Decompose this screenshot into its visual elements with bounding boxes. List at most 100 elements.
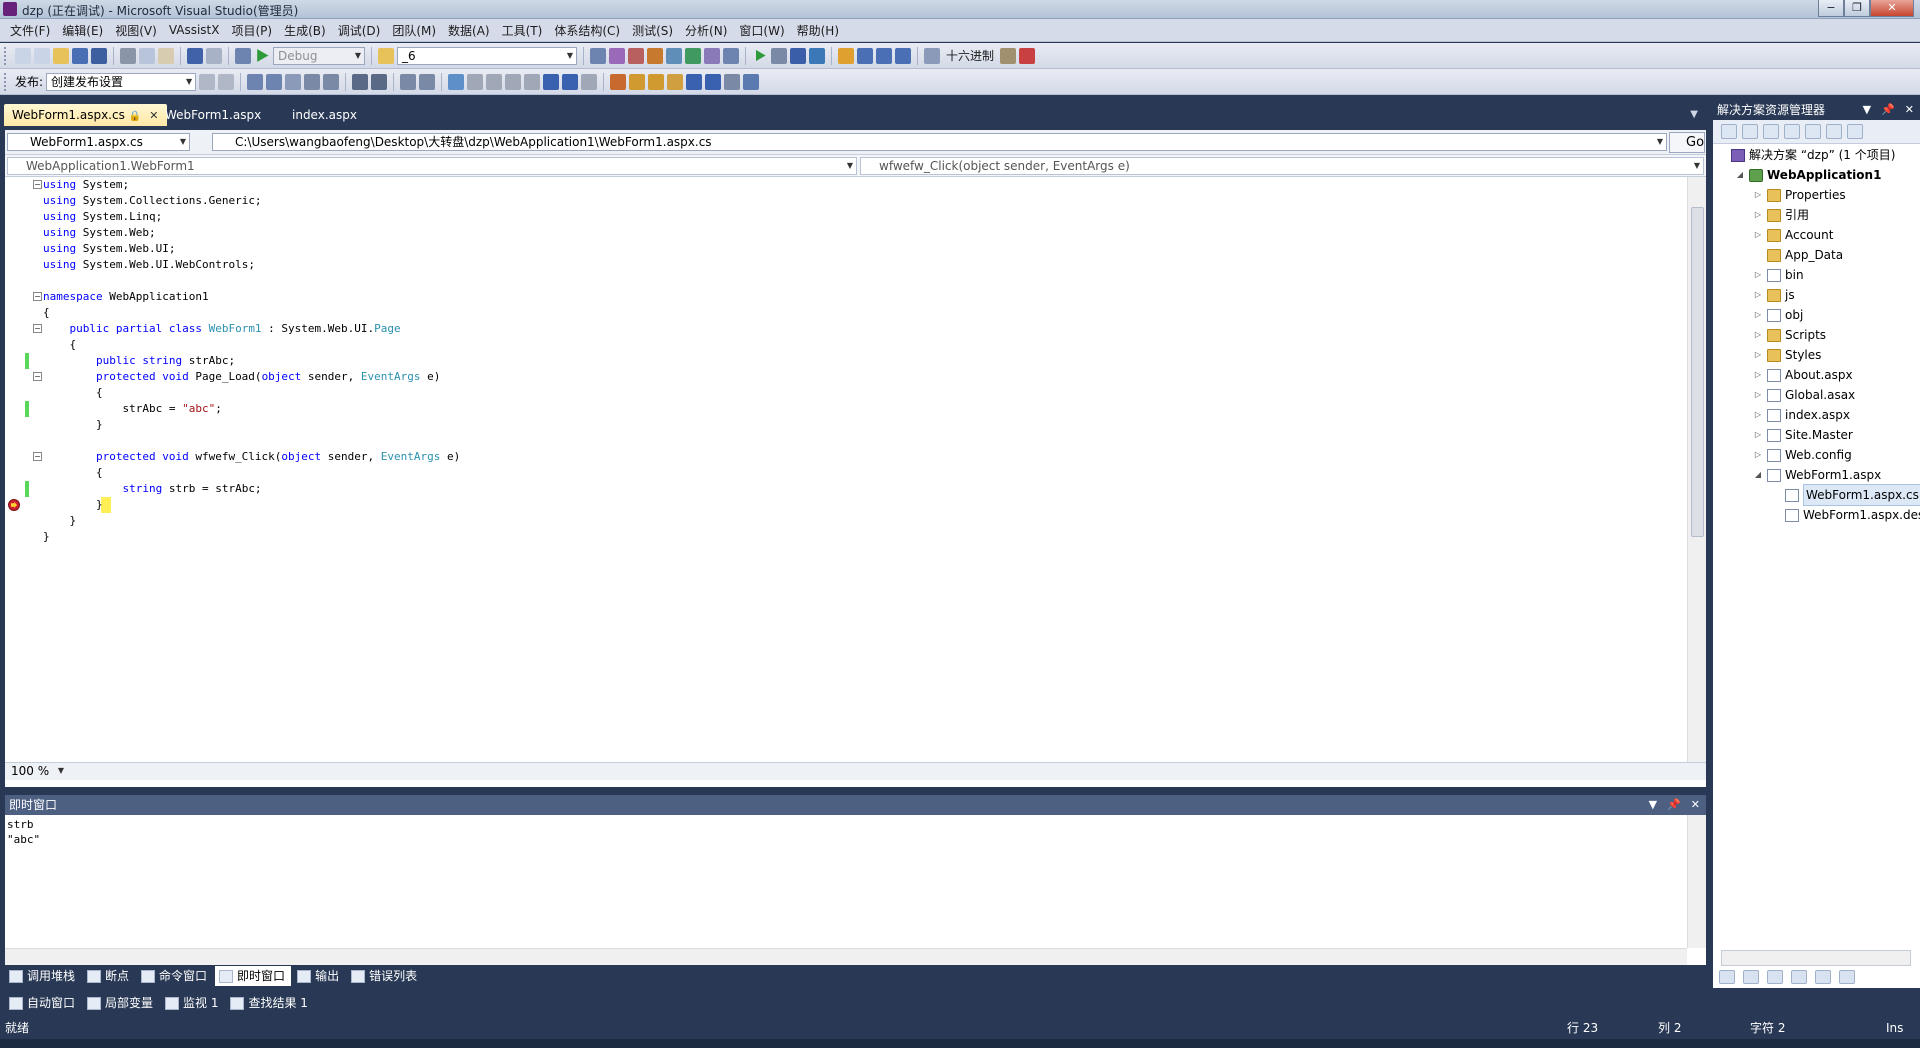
code-line[interactable]: protected void wfwefw_Click(object sende… <box>43 449 460 465</box>
expand-arrow-icon[interactable]: ▷ <box>1753 445 1763 465</box>
expand-arrow-icon[interactable]: ▷ <box>1753 365 1763 385</box>
menu-item-1[interactable]: 编辑(E) <box>56 22 109 39</box>
paste-icon[interactable] <box>158 47 174 64</box>
vassistx-goto-icon[interactable] <box>667 73 684 90</box>
resource-view-tab-icon[interactable] <box>1815 970 1831 984</box>
code-line[interactable]: using System.Web.UI.WebControls; <box>43 257 255 273</box>
solution-explorer-icon[interactable] <box>590 47 606 64</box>
tab-webform1-aspx-cs[interactable]: WebForm1.aspx.cs 🔒 ✕ <box>4 104 167 126</box>
new-project-icon[interactable] <box>15 47 31 64</box>
find-in-files-icon[interactable] <box>378 47 394 64</box>
fold-toggle[interactable]: − <box>33 324 42 333</box>
add-item-icon[interactable] <box>34 47 50 64</box>
code-line[interactable]: } <box>43 529 50 545</box>
redo-icon[interactable] <box>206 47 222 64</box>
view-code-icon[interactable] <box>1784 124 1800 139</box>
expand-arrow-icon[interactable]: ▷ <box>1753 325 1763 345</box>
expand-arrow-icon[interactable]: ▷ <box>1753 285 1763 305</box>
vassistx-forward-icon[interactable] <box>705 73 722 90</box>
menu-item-2[interactable]: 视图(V) <box>109 22 163 39</box>
solution-tree-item[interactable]: ▷ Account <box>1753 225 1834 245</box>
menu-item-4[interactable]: 项目(P) <box>225 22 278 39</box>
tab-index-aspx[interactable]: index.aspx <box>284 104 365 126</box>
code-line[interactable]: using System.Web.UI; <box>43 241 175 257</box>
toolbar-grip[interactable] <box>4 46 8 65</box>
html-source-icon[interactable] <box>247 73 264 90</box>
open-icon[interactable] <box>53 47 69 64</box>
code-line[interactable]: using System.Collections.Generic; <box>43 193 262 209</box>
immediate-output[interactable]: strb "abc" <box>7 817 40 847</box>
menu-item-11[interactable]: 测试(S) <box>626 22 679 39</box>
expand-arrow-icon[interactable]: ▷ <box>1753 385 1763 405</box>
solution-config-combo[interactable]: Debug ▼ <box>273 46 365 65</box>
menu-item-5[interactable]: 生成(B) <box>278 22 332 39</box>
fold-toggle[interactable]: − <box>33 452 42 461</box>
tool-tab[interactable]: 断点 <box>83 966 135 986</box>
tool-tab[interactable]: 调用堆栈 <box>5 966 81 986</box>
menu-item-12[interactable]: 分析(N) <box>679 22 733 39</box>
text-format-icon[interactable] <box>304 73 321 90</box>
menu-item-3[interactable]: VAssistX <box>163 23 226 37</box>
solution-tree-item[interactable]: App_Data <box>1753 245 1843 265</box>
code-line[interactable]: string strb = strAbc; <box>43 481 261 497</box>
properties-tab-icon[interactable] <box>1791 970 1807 984</box>
tool-tab[interactable]: 自动窗口 <box>5 993 81 1013</box>
tab-webform1-aspx[interactable]: WebForm1.aspx <box>157 104 269 126</box>
class-combo[interactable]: WebApplication1.WebForm1 ▼ <box>7 157 857 175</box>
tool-tab[interactable]: 监视 1 <box>161 993 224 1013</box>
dropdown-icon[interactable]: ▼ <box>1863 100 1871 120</box>
prev-bookmark-doc-icon[interactable] <box>543 73 560 90</box>
prev-bookmark-folder-icon[interactable] <box>505 73 522 90</box>
vassistx-open-file-icon[interactable] <box>610 73 627 90</box>
solution-horizontal-scrollbar[interactable] <box>1721 950 1911 966</box>
code-line[interactable]: { <box>43 465 103 481</box>
solution-tree-item[interactable]: ▷ bin <box>1753 265 1804 285</box>
expand-arrow-icon[interactable]: ▷ <box>1753 345 1763 365</box>
bookmark-icon[interactable] <box>448 73 465 90</box>
properties-icon[interactable] <box>609 47 625 64</box>
object-browser-icon[interactable] <box>628 47 644 64</box>
view-designer-icon[interactable] <box>1805 124 1821 139</box>
publish-combo[interactable]: 创建发布设置 ▼ <box>46 72 197 91</box>
expand-arrow-icon[interactable]: ◢ <box>1735 165 1745 185</box>
server-explorer-tab-icon[interactable] <box>1839 970 1855 984</box>
close-button[interactable]: ✕ <box>1870 0 1914 17</box>
view-class-diagram-icon[interactable] <box>1826 124 1842 139</box>
solution-explorer-tab-icon[interactable] <box>1719 970 1735 984</box>
tool-tab[interactable]: 查找结果 1 <box>226 993 313 1013</box>
solution-tree-item[interactable]: ▷ Site.Master <box>1753 425 1853 445</box>
solution-tree-item[interactable]: ▷ Styles <box>1753 345 1821 365</box>
code-line[interactable]: protected void Page_Load(object sender, … <box>43 369 440 385</box>
menu-item-7[interactable]: 团队(M) <box>386 22 442 39</box>
expand-arrow-icon[interactable]: ▷ <box>1753 185 1763 205</box>
clear-bookmarks-icon[interactable] <box>581 73 598 90</box>
solution-tree-item[interactable]: ◢ WebForm1.aspx <box>1753 465 1881 485</box>
solution-tree-item[interactable]: ▷ Properties <box>1753 185 1846 205</box>
next-bookmark-doc-icon[interactable] <box>562 73 579 90</box>
code-line[interactable]: using System.Web; <box>43 225 156 241</box>
pin-icon[interactable]: 📌 <box>1667 795 1681 815</box>
expand-arrow-icon[interactable]: ◢ <box>1753 465 1763 485</box>
font-icon[interactable] <box>323 73 340 90</box>
vassistx-back-icon[interactable] <box>686 73 703 90</box>
hex-toggle[interactable]: 十六进制 <box>943 47 997 64</box>
solution-tree-item[interactable]: ▷ js <box>1753 285 1795 305</box>
next-bookmark-folder-icon[interactable] <box>524 73 541 90</box>
solution-tree-item[interactable]: WebForm1.aspx.cs <box>1771 484 1920 506</box>
code-line[interactable]: } <box>43 497 103 513</box>
code-line[interactable]: using System.Linq; <box>43 209 162 225</box>
restart-icon[interactable] <box>809 47 825 64</box>
expand-arrow-icon[interactable]: ▷ <box>1753 305 1763 325</box>
current-statement-arrow-icon[interactable] <box>8 499 20 511</box>
fold-toggle[interactable]: − <box>33 180 42 189</box>
comment-icon[interactable] <box>400 73 417 90</box>
solution-tree-item[interactable]: ▷ index.aspx <box>1753 405 1850 425</box>
code-line[interactable]: { <box>43 385 103 401</box>
navigate-back-icon[interactable] <box>235 47 251 64</box>
pin-icon[interactable]: 📌 <box>1881 100 1895 120</box>
solution-tree-item[interactable]: WebForm1.aspx.designer.cs <box>1771 505 1920 525</box>
vassistx-spell-icon[interactable] <box>743 73 760 90</box>
uncomment-icon[interactable] <box>419 73 436 90</box>
vassistx-references-icon[interactable] <box>648 73 665 90</box>
code-line[interactable]: using System; <box>43 177 129 193</box>
